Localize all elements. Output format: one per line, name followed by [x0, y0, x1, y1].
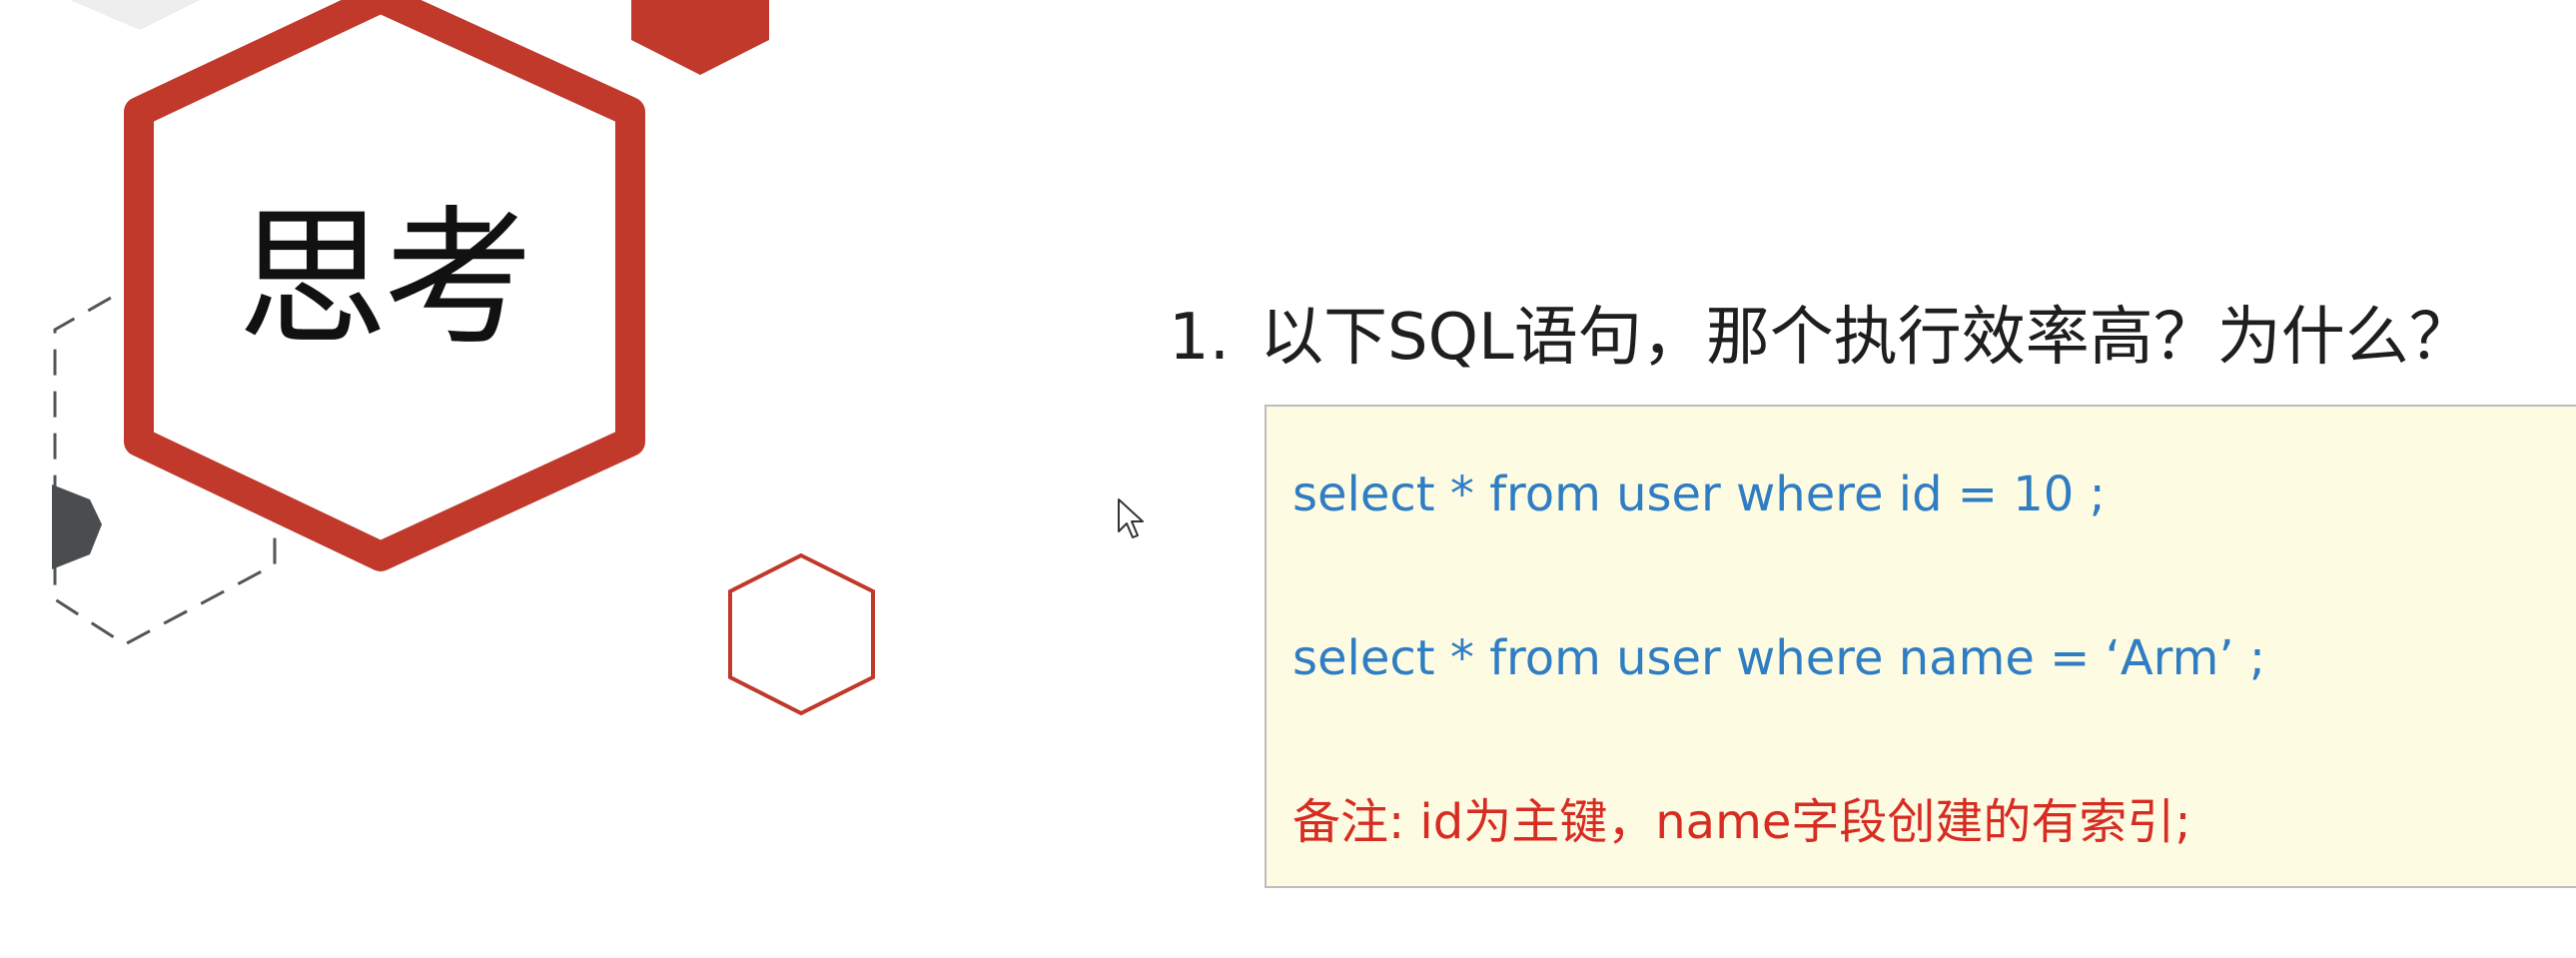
hexagon-dark-small-shape — [52, 484, 102, 569]
hexagon-red-filled-shape — [631, 0, 769, 75]
hexagon-decoration — [52, 0, 875, 716]
slide: 思考 1. 以下SQL语句，那个执行效率高？为什么？ select * from … — [0, 0, 2576, 958]
question-text: 以下SQL语句，那个执行效率高？为什么？ — [1260, 301, 2473, 375]
sql-statement-1: select * from user where id = 10 ; — [1292, 467, 2106, 522]
sql-example-box: select * from user where id = 10 ; selec… — [1265, 405, 2576, 888]
hexagon-faint-shape — [70, 0, 200, 30]
slide-title: 思考 — [238, 193, 533, 367]
note-text: 备注: id为主键，name字段创建的有索引; — [1292, 794, 2191, 850]
hexagon-small-outline-shape — [728, 552, 875, 716]
sql-statement-2: select * from user where name = ‘Arm’ ; — [1292, 630, 2266, 686]
mouse-cursor-icon — [1118, 498, 1144, 538]
question-number: 1. — [1169, 301, 1231, 375]
question: 1. 以下SQL语句，那个执行效率高？为什么？ — [1169, 298, 2473, 378]
